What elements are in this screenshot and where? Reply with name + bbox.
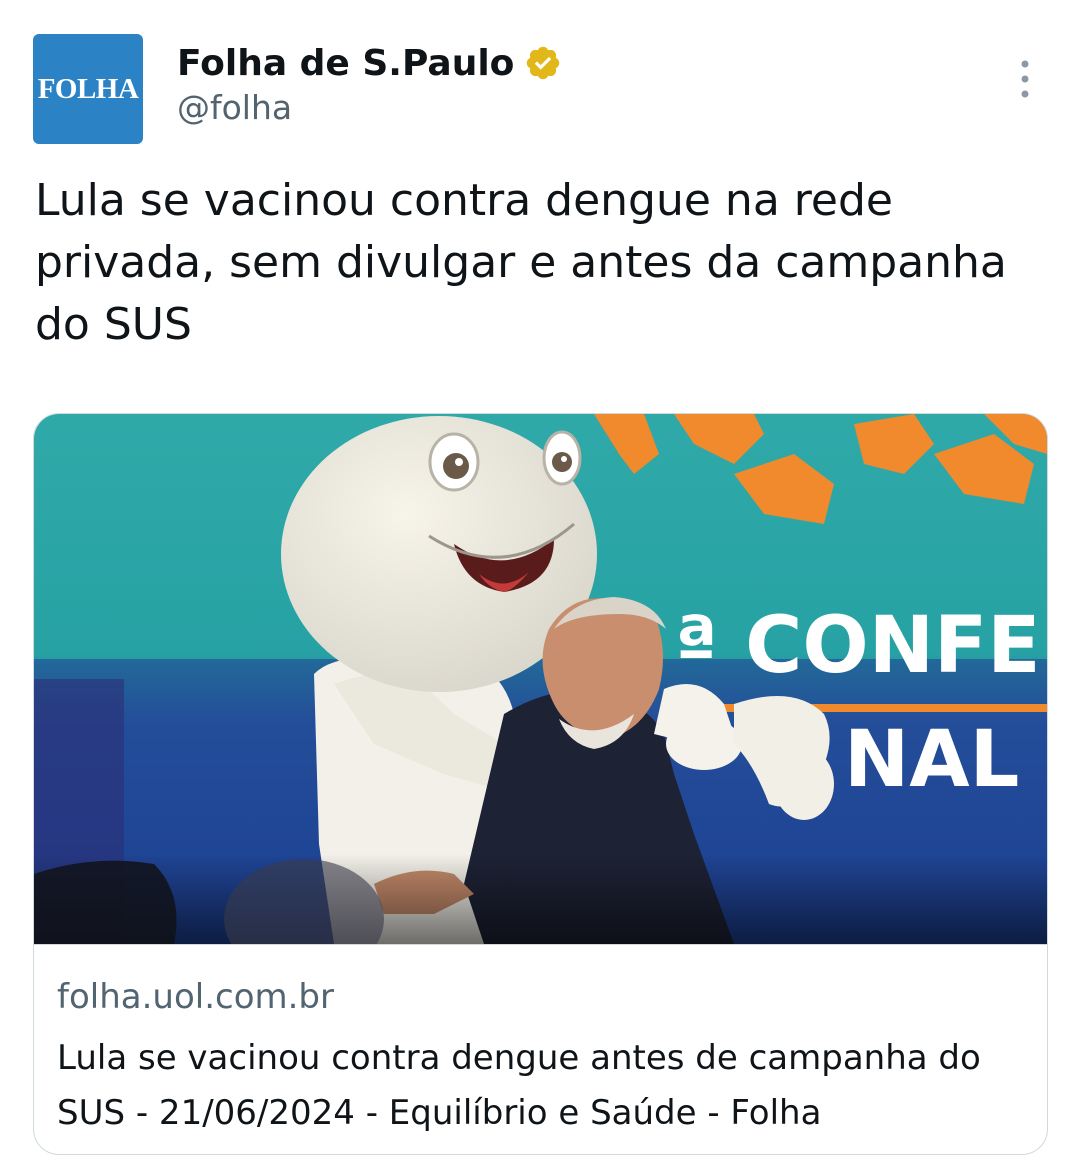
more-vertical-icon[interactable] [1005, 56, 1045, 102]
author-handle[interactable]: @folha [177, 88, 292, 127]
link-card-domain: folha.uol.com.br [57, 977, 334, 1017]
author-name-row: Folha de S.Paulo [177, 36, 562, 90]
avatar[interactable]: FOLHA [33, 34, 143, 144]
author-display-name[interactable]: Folha de S.Paulo [177, 43, 514, 84]
tweet-text: Lula se vacinou contra dengue na rede pr… [35, 175, 1007, 350]
banner-text-line1: ª CONFE [674, 601, 1041, 691]
avatar-logo-text: FOLHA [37, 72, 139, 105]
link-card-footer: folha.uol.com.br Lula se vacinou contra … [34, 944, 1047, 1154]
banner-text-line2: NAL D [844, 715, 1047, 805]
article-photo: ª CONFE NAL D [34, 414, 1047, 944]
link-card[interactable]: ª CONFE NAL D folha.uol.com.br Lula se v… [33, 413, 1048, 1155]
link-card-title: Lula se vacinou contra dengue antes de c… [57, 1038, 981, 1133]
verified-badge-icon [527, 46, 560, 80]
